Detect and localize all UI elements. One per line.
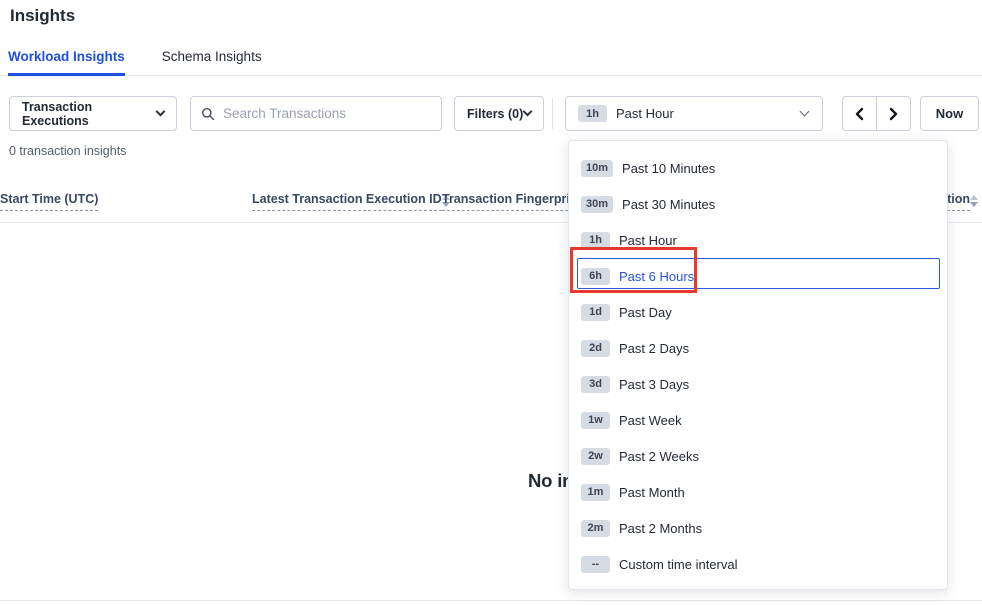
time-option-label: Past Month (619, 485, 685, 500)
now-label: Now (936, 106, 963, 121)
tab-bar: Workload Insights Schema Insights (0, 45, 982, 76)
time-interval-badge: 10m (581, 160, 613, 177)
tab-label: Workload Insights (8, 49, 125, 64)
time-interval-badge: 1h (578, 105, 607, 122)
time-option-label: Past 10 Minutes (622, 161, 715, 176)
chevron-down-icon (800, 107, 810, 117)
time-option-label: Past 2 Days (619, 341, 689, 356)
time-option-label: Past Week (619, 413, 682, 428)
column-header[interactable]: Start Time (UTC) (0, 192, 98, 211)
time-interval-badge: 1h (581, 232, 610, 249)
column-header-label[interactable]: Latest Transaction Execution ID (252, 192, 442, 211)
time-option-label: Past 6 Hours (619, 269, 694, 284)
time-interval-badge: -- (581, 556, 610, 573)
time-nav-group (842, 96, 912, 131)
next-time-button[interactable] (876, 96, 911, 131)
time-option[interactable]: 10m Past 10 Minutes (569, 150, 947, 186)
search-icon (201, 107, 215, 121)
insight-type-label: Transaction Executions (22, 100, 157, 128)
tab[interactable]: Workload Insights (8, 45, 125, 76)
time-option[interactable]: 1h Past Hour (569, 222, 947, 258)
time-interval-badge: 30m (581, 196, 613, 213)
column-header-label[interactable]: Start Time (UTC) (0, 192, 98, 211)
tab-label: Schema Insights (162, 49, 262, 64)
filters-button[interactable]: Filters (0) (454, 96, 544, 131)
filters-label: Filters (0) (467, 107, 523, 121)
page-title: Insights (10, 6, 75, 26)
time-option[interactable]: 2m Past 2 Months (569, 510, 947, 546)
tab[interactable]: Schema Insights (162, 45, 262, 76)
time-option[interactable]: 2d Past 2 Days (569, 330, 947, 366)
time-option[interactable]: 1m Past Month (569, 474, 947, 510)
chevron-right-icon (888, 107, 899, 121)
chevron-down-icon (523, 107, 533, 117)
sort-icon[interactable] (970, 195, 978, 207)
time-range-button[interactable]: 1h Past Hour (565, 96, 823, 131)
time-option[interactable]: 1d Past Day (569, 294, 947, 330)
time-interval-badge: 1m (581, 484, 610, 501)
insights-count: 0 transaction insights (9, 144, 126, 158)
now-button[interactable]: Now (920, 96, 979, 131)
time-option-label: Past Hour (619, 233, 677, 248)
time-interval-badge: 6h (581, 268, 610, 285)
insight-type-select[interactable]: Transaction Executions (9, 96, 177, 131)
chevron-left-icon (854, 107, 865, 121)
time-option-label: Custom time interval (619, 557, 737, 572)
previous-time-button[interactable] (842, 96, 877, 131)
time-range-label: Past Hour (616, 106, 801, 121)
time-option[interactable]: 6h Past 6 Hours (569, 258, 947, 294)
time-option[interactable]: 3d Past 3 Days (569, 366, 947, 402)
time-range-dropdown: 10m Past 10 Minutes 30m Past 30 Minutes … (568, 140, 948, 590)
time-option-label: Past Day (619, 305, 672, 320)
time-interval-badge: 2w (581, 448, 610, 465)
time-interval-badge: 2m (581, 520, 610, 537)
page-bottom-divider (0, 600, 982, 601)
time-option-label: Past 2 Weeks (619, 449, 699, 464)
time-option-label: Past 3 Days (619, 377, 689, 392)
time-option[interactable]: 30m Past 30 Minutes (569, 186, 947, 222)
insights-page: Insights Workload Insights Schema Insigh… (0, 0, 982, 605)
column-header[interactable]: Latest Transaction Execution ID (252, 192, 420, 211)
time-option-label: Past 30 Minutes (622, 197, 715, 212)
toolbar-divider (552, 98, 553, 129)
search-box (190, 96, 442, 131)
time-interval-badge: 3d (581, 376, 610, 393)
time-interval-badge: 2d (581, 340, 610, 357)
time-interval-badge: 1d (581, 304, 610, 321)
time-option[interactable]: -- Custom time interval (569, 546, 947, 582)
time-option-label: Past 2 Months (619, 521, 702, 536)
time-option[interactable]: 2w Past 2 Weeks (569, 438, 947, 474)
search-input[interactable] (223, 106, 431, 121)
time-interval-badge: 1w (581, 412, 610, 429)
time-option[interactable]: 1w Past Week (569, 402, 947, 438)
